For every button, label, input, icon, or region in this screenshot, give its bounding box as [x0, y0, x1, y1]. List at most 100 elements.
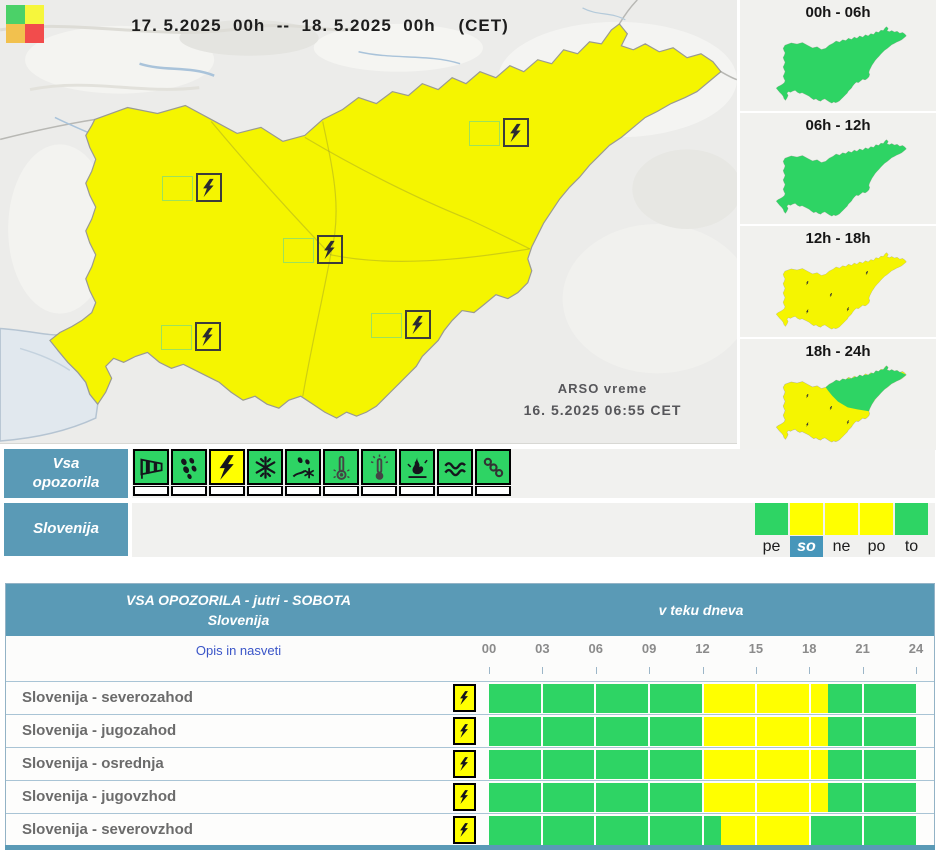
warning-filter-wildfire[interactable] — [399, 449, 435, 496]
hour-tick-00 — [489, 667, 490, 674]
day-label-so[interactable]: so — [790, 536, 823, 557]
warning-filter-sleet[interactable] — [285, 449, 321, 496]
wind-icon[interactable] — [133, 449, 169, 485]
hour-tick-21 — [863, 667, 864, 674]
timeline-block-09-12 — [650, 750, 702, 779]
timeline-block-21-24 — [864, 816, 916, 845]
warning-timeline — [489, 684, 916, 713]
green-segment — [864, 750, 916, 779]
timeline-block-12-15 — [704, 750, 756, 779]
warning-filter-sea[interactable] — [437, 449, 473, 496]
green-segment — [596, 816, 648, 845]
sea-icon[interactable] — [437, 449, 473, 485]
thunderstorm-icon — [453, 750, 476, 778]
timeline-block-21-24 — [864, 717, 916, 746]
hour-label-21: 21 — [855, 641, 869, 656]
timeline-block-12-15 — [704, 717, 756, 746]
table-row-severozahod[interactable]: Slovenija - severozahod — [6, 681, 934, 714]
snow-icon[interactable] — [247, 449, 283, 485]
warning-filter-sleet-cell — [285, 486, 321, 496]
day-label-pe[interactable]: pe — [755, 536, 788, 557]
timeline-block-06-09 — [596, 783, 648, 812]
map-validity-period: 17. 5.2025 00h -- 18. 5.2025 00h (CET) — [60, 16, 580, 36]
green-segment — [489, 816, 541, 845]
description-advice-header: Opis in nasveti — [6, 643, 471, 658]
sleet-icon[interactable] — [285, 449, 321, 485]
day-tab-to[interactable]: to — [895, 503, 928, 557]
map-thunderstorm-icon-severovzhod — [503, 118, 529, 147]
region-row-label: Slovenija - jugovzhod — [22, 781, 176, 813]
yellow-warning-segment — [704, 717, 756, 746]
day-status-square-so[interactable] — [790, 503, 823, 535]
hour-label-00: 00 — [482, 641, 496, 656]
table-title-line2: Slovenija — [208, 612, 269, 628]
table-row-jugozahod[interactable]: Slovenija - jugozahod — [6, 714, 934, 747]
green-segment — [864, 783, 916, 812]
timeline-block-12-15 — [704, 684, 756, 713]
warning-filter-rain[interactable] — [171, 449, 207, 496]
timeline-block-03-06 — [543, 783, 595, 812]
green-segment — [489, 750, 541, 779]
day-status-square-pe[interactable] — [755, 503, 788, 535]
green-segment — [596, 717, 648, 746]
region-row-label: Slovenija - jugozahod — [22, 715, 176, 747]
table-row-severovzhod[interactable]: Slovenija - severovzhod — [6, 813, 934, 846]
warning-timeline — [489, 717, 916, 746]
green-segment — [828, 783, 862, 812]
hour-label-06: 06 — [589, 641, 603, 656]
thunderstorm-icon[interactable] — [209, 449, 245, 485]
day-label-to[interactable]: to — [895, 536, 928, 557]
tile-title: 12h - 18h — [740, 230, 936, 247]
cold-icon[interactable] — [323, 449, 359, 485]
day-status-square-po[interactable] — [860, 503, 893, 535]
day-status-square-to[interactable] — [895, 503, 928, 535]
day-label-po[interactable]: po — [860, 536, 893, 557]
warning-filter-cold[interactable] — [323, 449, 359, 496]
timeline-block-15-18 — [757, 750, 809, 779]
timeline-block-03-06 — [543, 816, 595, 845]
day-tab-so[interactable]: so — [790, 503, 823, 557]
warning-filter-heat[interactable] — [361, 449, 397, 496]
green-segment — [864, 684, 916, 713]
yellow-warning-segment — [757, 717, 809, 746]
region-row-label: Slovenija - severozahod — [22, 682, 193, 714]
timeline-block-09-12 — [650, 684, 702, 713]
region-header: Slovenija — [4, 503, 128, 556]
table-header: VSA OPOZORILA - jutri - SOBOTA Slovenija… — [6, 584, 934, 636]
table-row-osrednja[interactable]: Slovenija - osrednja — [6, 747, 934, 780]
hour-tick-18 — [809, 667, 810, 674]
table-title-line1: VSA OPOZORILA - jutri - SOBOTA — [126, 592, 351, 608]
day-tab-ne[interactable]: ne — [825, 503, 858, 557]
green-segment — [596, 684, 648, 713]
table-row-jugovzhod[interactable]: Slovenija - jugovzhod — [6, 780, 934, 813]
wildfire-icon[interactable] — [399, 449, 435, 485]
legend-green-square — [6, 5, 25, 24]
green-segment — [489, 684, 541, 713]
timeline-block-09-12 — [650, 816, 702, 845]
timeline-block-06-09 — [596, 717, 648, 746]
warning-filter-thunderstorm[interactable] — [209, 449, 245, 496]
timeline-block-09-12 — [650, 717, 702, 746]
thunderstorm-icon — [453, 684, 476, 712]
warning-timeline — [489, 783, 916, 812]
yellow-warning-segment — [721, 816, 755, 845]
day-tab-po[interactable]: po — [860, 503, 893, 557]
warning-filter-ice[interactable] — [475, 449, 511, 496]
yellow-warning-segment — [704, 783, 756, 812]
ice-icon[interactable] — [475, 449, 511, 485]
timeline-block-03-06 — [543, 750, 595, 779]
green-segment — [596, 783, 648, 812]
yellow-warning-segment — [704, 684, 756, 713]
warning-filter-wind[interactable] — [133, 449, 169, 496]
region-hint-jugovzhod — [371, 313, 402, 338]
table-title: VSA OPOZORILA - jutri - SOBOTA Slovenija — [6, 584, 471, 636]
heat-icon[interactable] — [361, 449, 397, 485]
day-label-ne[interactable]: ne — [825, 536, 858, 557]
timeline-header: v teku dneva — [471, 584, 931, 636]
day-tab-pe[interactable]: pe — [755, 503, 788, 557]
legend-yellow-square — [25, 5, 44, 24]
rain-icon[interactable] — [171, 449, 207, 485]
day-status-square-ne[interactable] — [825, 503, 858, 535]
warning-filter-snow[interactable] — [247, 449, 283, 496]
green-segment — [864, 717, 916, 746]
